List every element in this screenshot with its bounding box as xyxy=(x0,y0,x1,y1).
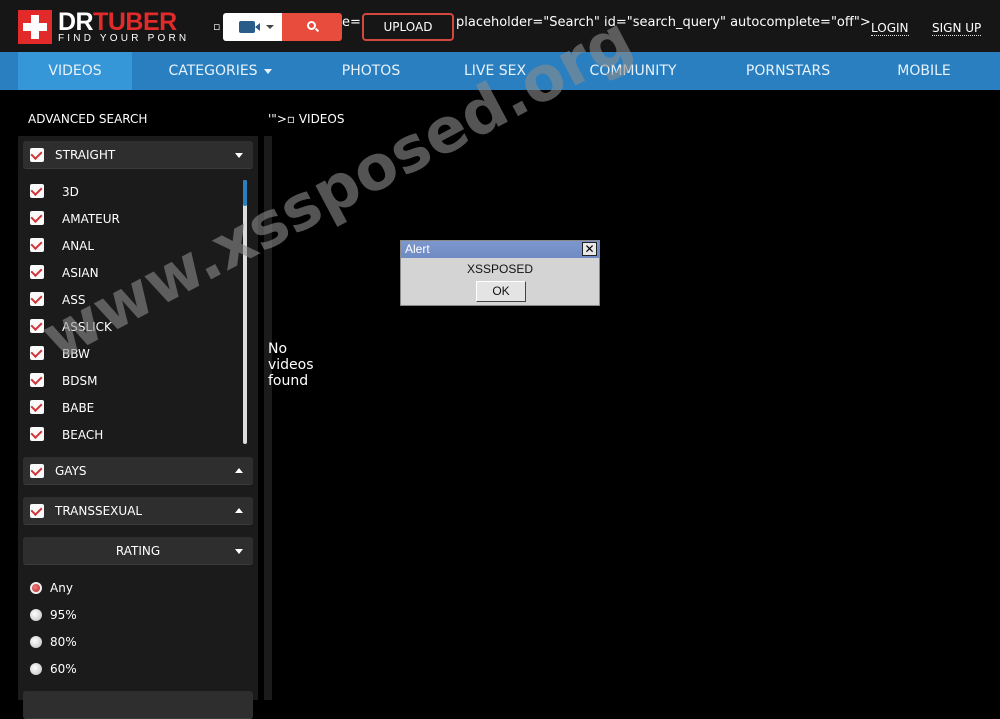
empty-results-message: No videos found xyxy=(268,341,314,389)
straight-checkbox[interactable] xyxy=(30,148,44,162)
chevron-up-icon xyxy=(235,508,243,513)
chevron-down-icon xyxy=(263,68,272,74)
section-next-header[interactable] xyxy=(23,691,253,719)
injected-raw-html-text: placeholder="Search" id="search_query" a… xyxy=(456,15,871,30)
category-item[interactable]: 3D xyxy=(18,178,238,205)
chevron-down-icon xyxy=(235,153,243,158)
transsexual-checkbox[interactable] xyxy=(30,504,44,518)
chevron-up-icon xyxy=(235,468,243,473)
category-checkbox[interactable] xyxy=(30,400,44,414)
main-nav: VIDEOS CATEGORIES PHOTOS LIVE SEX COMMUN… xyxy=(0,52,1000,90)
nav-mobile[interactable]: MOBILE xyxy=(880,52,968,90)
category-checkbox[interactable] xyxy=(30,319,44,333)
site-header: DRTUBER FIND YOUR PORN ▫ e=" UPLOAD plac… xyxy=(0,0,1000,52)
nav-categories[interactable]: CATEGORIES xyxy=(150,52,290,90)
column-divider xyxy=(264,136,272,700)
section-rating-header[interactable]: RATING xyxy=(23,537,253,565)
search-type-select[interactable] xyxy=(223,13,282,41)
upload-button[interactable]: UPLOAD xyxy=(362,13,454,41)
category-checkbox[interactable] xyxy=(30,265,44,279)
category-scrollbar[interactable] xyxy=(243,180,247,444)
alert-message: XSSPOSED xyxy=(466,262,534,276)
nav-pornstars[interactable]: PORNSTARS xyxy=(730,52,846,90)
category-item[interactable]: ASS xyxy=(18,286,238,313)
section-gays-header[interactable]: GAYS xyxy=(23,457,253,485)
category-list: 3D AMATEUR ANAL ASIAN ASS ASSLICK BBW BD… xyxy=(18,178,250,446)
category-item[interactable]: BDSM xyxy=(18,367,238,394)
nav-community[interactable]: COMMUNITY xyxy=(575,52,691,90)
signup-link[interactable]: SIGN UP xyxy=(932,21,982,36)
category-checkbox[interactable] xyxy=(30,292,44,306)
category-checkbox[interactable] xyxy=(30,238,44,252)
medical-cross-icon xyxy=(18,10,52,44)
category-item[interactable]: AMATEUR xyxy=(18,205,238,232)
category-item[interactable]: BBW xyxy=(18,340,238,367)
close-icon[interactable]: ✕ xyxy=(582,242,597,256)
nav-videos[interactable]: VIDEOS xyxy=(18,52,132,90)
nav-photos[interactable]: PHOTOS xyxy=(320,52,422,90)
ok-button[interactable]: OK xyxy=(476,281,526,302)
scrollbar-thumb[interactable] xyxy=(243,180,247,206)
advanced-search-panel: STRAIGHT 3D AMATEUR ANAL ASIAN ASS ASSLI… xyxy=(18,136,258,719)
category-checkbox[interactable] xyxy=(30,346,44,360)
search-box xyxy=(223,13,342,41)
logo-tagline: FIND YOUR PORN xyxy=(58,33,190,44)
category-checkbox[interactable] xyxy=(30,184,44,198)
alert-title-bar[interactable]: Alert ✕ xyxy=(401,241,599,258)
login-link[interactable]: LOGIN xyxy=(871,21,909,36)
section-transsexual-header[interactable]: TRANSSEXUAL xyxy=(23,497,253,525)
nav-live-sex[interactable]: LIVE SEX xyxy=(446,52,544,90)
alert-dialog: Alert ✕ XSSPOSED OK xyxy=(400,240,600,306)
category-checkbox[interactable] xyxy=(30,427,44,441)
video-camera-icon xyxy=(239,21,260,33)
category-item[interactable]: BABE xyxy=(18,394,238,421)
gays-checkbox[interactable] xyxy=(30,464,44,478)
chevron-down-icon xyxy=(235,549,243,554)
radio-button[interactable] xyxy=(30,636,42,648)
advanced-search-title: ADVANCED SEARCH xyxy=(28,112,148,126)
category-checkbox[interactable] xyxy=(30,211,44,225)
breadcrumb: '">▫ VIDEOS xyxy=(268,112,345,126)
radio-button[interactable] xyxy=(30,609,42,621)
category-item[interactable]: ASIAN xyxy=(18,259,238,286)
site-logo[interactable]: DRTUBER FIND YOUR PORN xyxy=(18,8,193,46)
category-item[interactable]: ASSLICK xyxy=(18,313,238,340)
category-item[interactable]: BEACH xyxy=(18,421,238,448)
search-button[interactable] xyxy=(282,13,342,41)
search-icon xyxy=(307,21,316,30)
radio-button[interactable] xyxy=(30,663,42,675)
radio-button[interactable] xyxy=(30,582,42,594)
category-checkbox[interactable] xyxy=(30,373,44,387)
section-straight-header[interactable]: STRAIGHT xyxy=(23,141,253,169)
broken-markup-fragment: ▫ xyxy=(213,20,221,33)
category-item[interactable]: ANAL xyxy=(18,232,238,259)
chevron-down-icon xyxy=(266,25,274,29)
